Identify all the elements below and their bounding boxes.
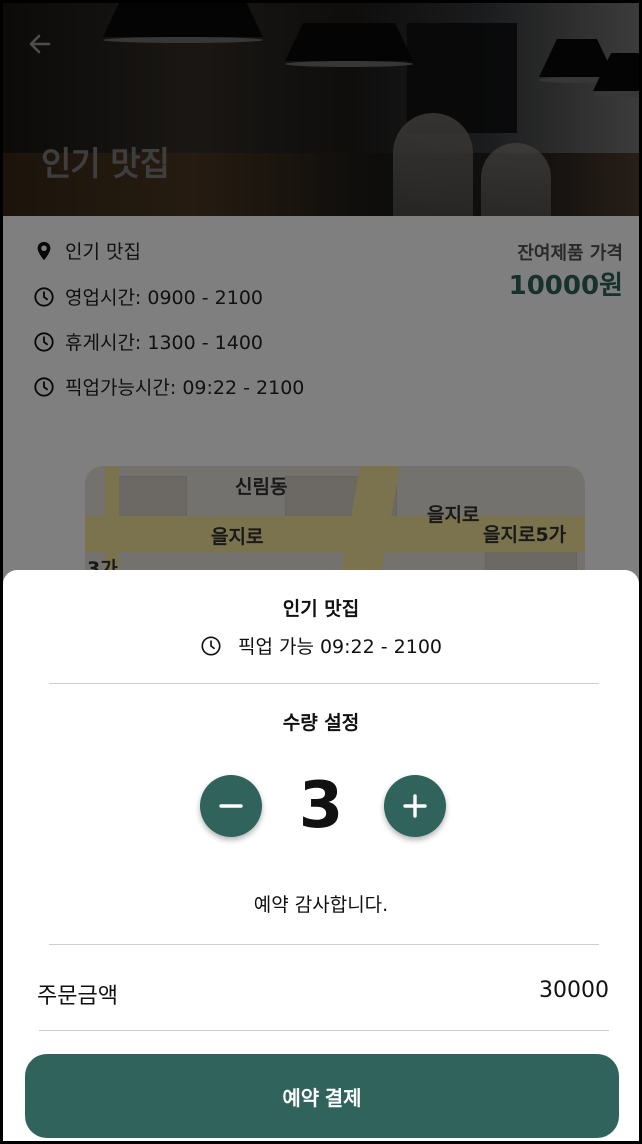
sheet-pickup-text: 픽업 가능 09:22 - 2100 bbox=[237, 636, 443, 658]
plus-icon bbox=[403, 794, 427, 818]
increase-button[interactable] bbox=[384, 775, 446, 837]
divider bbox=[39, 1030, 609, 1031]
divider bbox=[49, 944, 599, 945]
order-amount-value: 30000 bbox=[539, 978, 609, 1003]
divider bbox=[49, 683, 599, 684]
app-screen: 인기 맛집 인기 맛집 영업시간: 0900 - 2100 휴게시간: 1300… bbox=[0, 0, 642, 1144]
pay-reservation-button[interactable]: 예약 결제 bbox=[25, 1054, 619, 1138]
thanks-message: 예약 감사합니다. bbox=[253, 894, 389, 916]
reservation-sheet: 인기 맛집 픽업 가능 09:22 - 2100 수량 설정 3 예약 감사합니… bbox=[3, 570, 639, 1141]
clock-icon bbox=[201, 635, 221, 656]
decrease-button[interactable] bbox=[200, 775, 262, 837]
sheet-store-name: 인기 맛집 bbox=[282, 598, 360, 620]
quantity-value: 3 bbox=[298, 769, 344, 843]
quantity-title: 수량 설정 bbox=[282, 712, 360, 734]
minus-icon bbox=[219, 804, 243, 808]
sheet-pickup-row: 픽업 가능 09:22 - 2100 bbox=[3, 632, 639, 659]
order-amount-label: 주문금액 bbox=[37, 984, 118, 1009]
